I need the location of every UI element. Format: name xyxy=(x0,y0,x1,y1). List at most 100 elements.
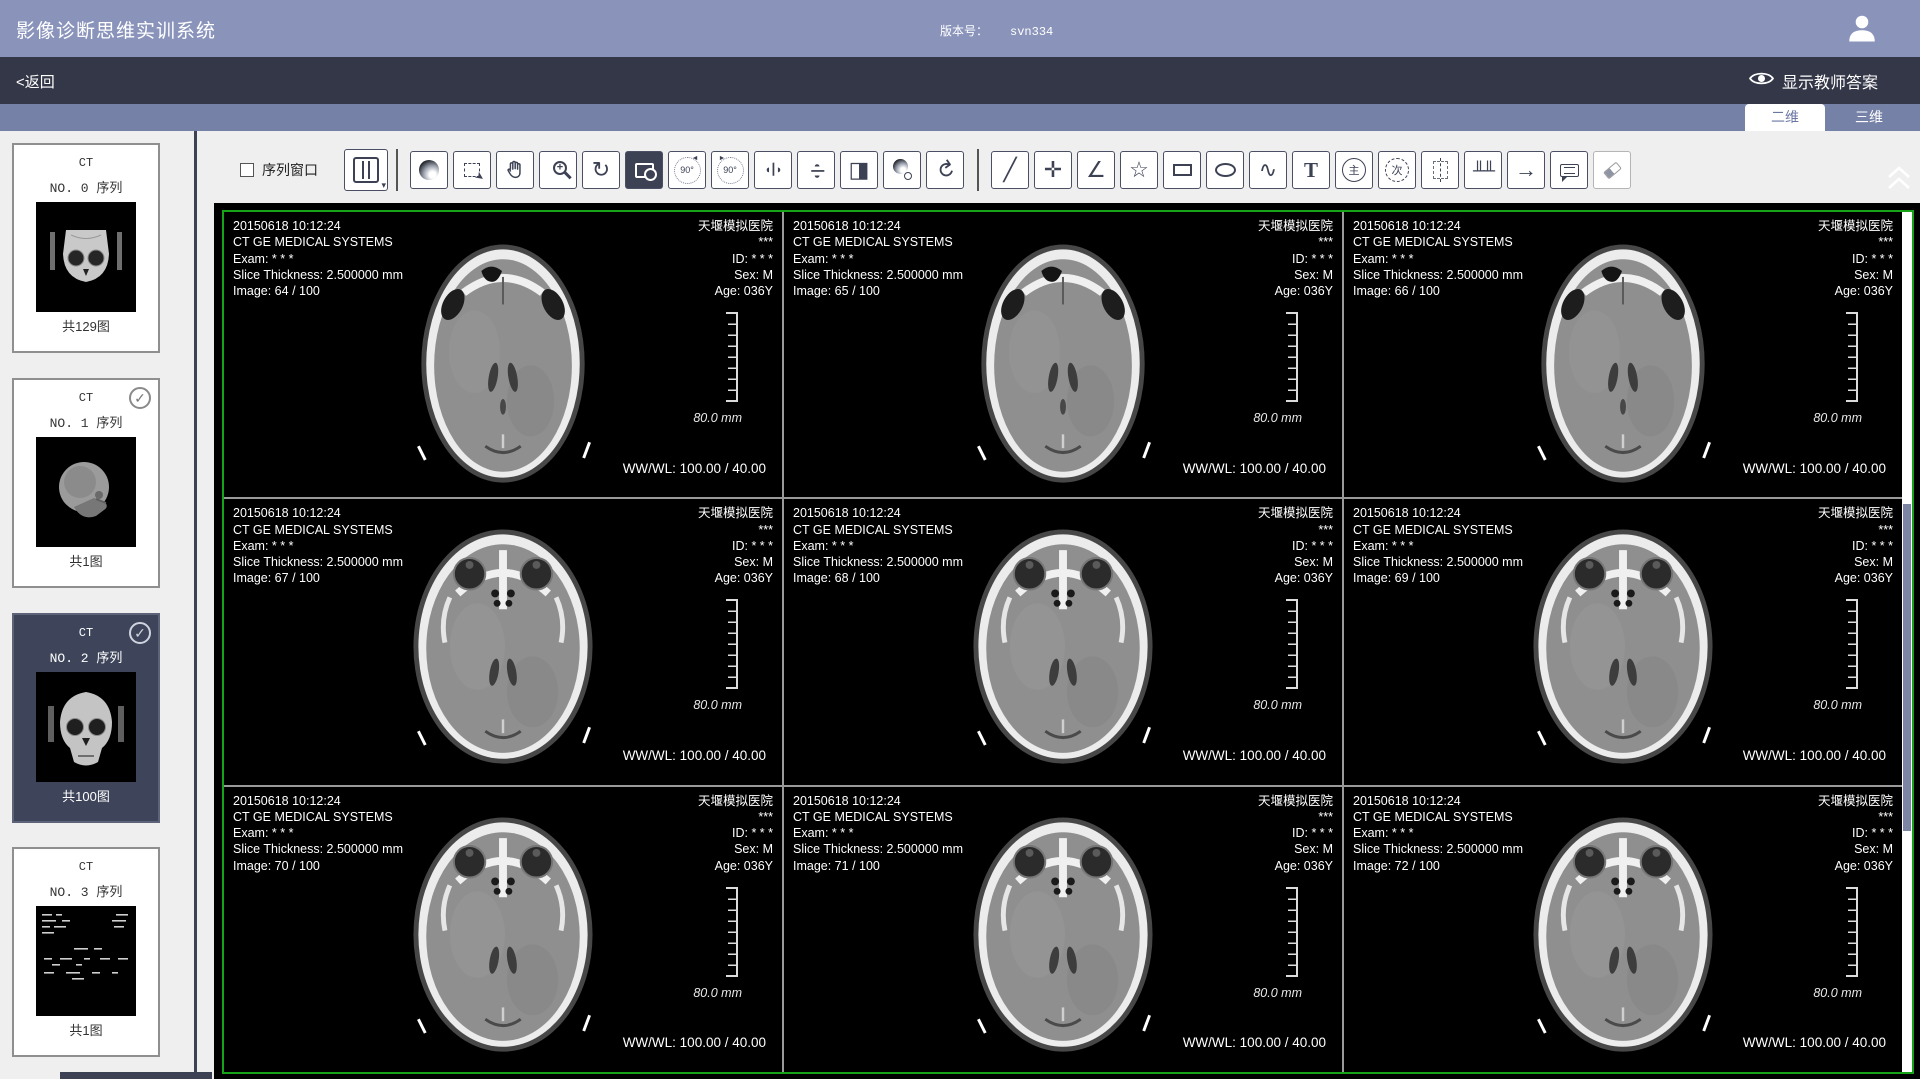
reset-button[interactable]: ↻ xyxy=(926,151,964,189)
dicom-overlay-topleft: 20150618 10:12:24CT GE MEDICAL SYSTEMSEx… xyxy=(793,505,963,586)
viewer-scrollbar[interactable] xyxy=(1902,212,1912,1072)
series-card-1[interactable]: ✓ CT NO. 1 序列 共1图 xyxy=(12,378,160,588)
angle-measure-button[interactable]: ∠ xyxy=(1077,151,1115,189)
zoom-region-button[interactable] xyxy=(625,151,663,189)
wwwl-label: WW/WL: 100.00 / 40.00 xyxy=(1183,1034,1326,1052)
checkbox-box[interactable] xyxy=(240,163,254,177)
app-title: 影像诊断思维实训系统 xyxy=(16,16,216,43)
viewport-cell-1[interactable]: 20150618 10:12:24CT GE MEDICAL SYSTEMSEx… xyxy=(224,212,782,497)
dicom-overlay-topright: 天堰模拟医院***ID: * * *Sex: MAge: 036Y xyxy=(1818,793,1893,874)
scale-label: 80.0 mm xyxy=(1813,410,1862,426)
series-card-2[interactable]: ✓ CT NO. 2 序列 共100图 xyxy=(12,613,160,823)
zoom-in-button[interactable] xyxy=(539,151,577,189)
select-button[interactable] xyxy=(453,151,491,189)
wwwl-label: WW/WL: 100.00 / 40.00 xyxy=(1743,460,1886,478)
dicom-overlay-topleft: 20150618 10:12:24CT GE MEDICAL SYSTEMSEx… xyxy=(233,505,403,586)
show-teacher-answer-label: 显示教师答案 xyxy=(1782,69,1878,93)
viewport-cell-4[interactable]: 20150618 10:12:24CT GE MEDICAL SYSTEMSEx… xyxy=(224,499,782,784)
series-modality: CT xyxy=(14,156,158,170)
wwwl-label: WW/WL: 100.00 / 40.00 xyxy=(1743,747,1886,765)
scale-label: 80.0 mm xyxy=(693,697,742,713)
wwwl-label: WW/WL: 100.00 / 40.00 xyxy=(623,460,766,478)
back-button[interactable]: <返回 xyxy=(16,71,55,92)
layout-button[interactable]: ▾ xyxy=(344,149,388,191)
series-card-0[interactable]: CT NO. 0 序列 共129图 xyxy=(12,143,160,353)
viewport-cell-6[interactable]: 20150618 10:12:24CT GE MEDICAL SYSTEMSEx… xyxy=(1344,499,1902,784)
wwwl-label: WW/WL: 100.00 / 40.00 xyxy=(623,747,766,765)
viewer-scrollbar-thumb[interactable] xyxy=(1903,504,1911,831)
sidebar-divider xyxy=(194,131,197,1079)
curve-measure-button[interactable]: ∿ xyxy=(1249,151,1287,189)
cross-measure-button[interactable]: ✛ xyxy=(1034,151,1072,189)
primary-marker-button[interactable]: 主 xyxy=(1335,151,1373,189)
flip-horizontal-button[interactable]: ◖┃◗ xyxy=(754,151,792,189)
viewport-cell-3[interactable]: 20150618 10:12:24CT GE MEDICAL SYSTEMSEx… xyxy=(1344,212,1902,497)
series-name: NO. 3 序列 xyxy=(14,881,158,900)
collapse-toolbar-icon[interactable] xyxy=(1884,164,1914,197)
series-card-3[interactable]: CT NO. 3 序列 共1图 xyxy=(12,847,160,1057)
profile-tool-button[interactable]: ╨╨ xyxy=(1464,151,1502,189)
rect-roi-button[interactable] xyxy=(1163,151,1201,189)
viewport-cell-8[interactable]: 20150618 10:12:24CT GE MEDICAL SYSTEMSEx… xyxy=(784,787,1342,1072)
toolbar-divider xyxy=(396,149,398,191)
secondary-marker-button[interactable]: 次 xyxy=(1378,151,1416,189)
show-teacher-answer-button[interactable]: 显示教师答案 xyxy=(1749,69,1878,93)
series-count: 共129图 xyxy=(14,316,158,335)
dicom-overlay-topright: 天堰模拟医院***ID: * * *Sex: MAge: 036Y xyxy=(698,505,773,586)
user-avatar-icon[interactable] xyxy=(1844,10,1880,51)
sidebar-horizontal-scrollbar[interactable] xyxy=(60,1072,212,1079)
scale-label: 80.0 mm xyxy=(1253,697,1302,713)
mirror-tool-button[interactable] xyxy=(1421,151,1459,189)
dicom-overlay-topleft: 20150618 10:12:24CT GE MEDICAL SYSTEMSEx… xyxy=(1353,793,1523,874)
dicom-overlay-topright: 天堰模拟医院***ID: * * *Sex: MAge: 036Y xyxy=(1818,505,1893,586)
series-window-checkbox[interactable]: 序列窗口 xyxy=(240,160,318,180)
viewport-cell-7[interactable]: 20150618 10:12:24CT GE MEDICAL SYSTEMSEx… xyxy=(224,787,782,1072)
star-roi-button[interactable]: ☆ xyxy=(1120,151,1158,189)
dicom-overlay-topright: 天堰模拟医院***ID: * * *Sex: MAge: 036Y xyxy=(1258,793,1333,874)
scale-label: 80.0 mm xyxy=(693,985,742,1001)
scale-ruler xyxy=(726,887,738,977)
scale-label: 80.0 mm xyxy=(1813,985,1862,1001)
rotate-button[interactable]: ↻ xyxy=(582,151,620,189)
scale-label: 80.0 mm xyxy=(1253,410,1302,426)
version-label: 版本号： xyxy=(940,24,988,38)
line-measure-button[interactable]: ╱ xyxy=(991,151,1029,189)
rotate-90-cw-button[interactable]: 90° xyxy=(711,151,749,189)
tab-2d[interactable]: 二维 xyxy=(1745,104,1825,131)
tab-3d[interactable]: 三维 xyxy=(1829,104,1909,131)
ellipse-roi-button[interactable] xyxy=(1206,151,1244,189)
pan-button[interactable] xyxy=(496,151,534,189)
app-root: 影像诊断思维实训系统 版本号：svn334 <返回 显示教师答案 二维 三维 C… xyxy=(0,0,1920,1079)
scale-ruler xyxy=(1846,599,1858,689)
dicom-overlay-topright: 天堰模拟医院***ID: * * *Sex: MAge: 036Y xyxy=(698,218,773,299)
tool-buttons: ▾↻90°90°◖┃◗◖┃◗◨↻╱✛∠☆∿T主次╨╨→ xyxy=(344,149,1636,191)
text-annotation-button[interactable]: T xyxy=(1292,151,1330,189)
window-level-button[interactable] xyxy=(410,151,448,189)
scale-ruler xyxy=(1286,887,1298,977)
viewport-cell-5[interactable]: 20150618 10:12:24CT GE MEDICAL SYSTEMSEx… xyxy=(784,499,1342,784)
viewport-cell-2[interactable]: 20150618 10:12:24CT GE MEDICAL SYSTEMSEx… xyxy=(784,212,1342,497)
toolbar: 序列窗口 ▾↻90°90°◖┃◗◖┃◗◨↻╱✛∠☆∿T主次╨╨→ xyxy=(240,148,1636,192)
dicom-overlay-topright: 天堰模拟医院***ID: * * *Sex: MAge: 036Y xyxy=(698,793,773,874)
invert-button[interactable]: ◨ xyxy=(840,151,878,189)
scale-label: 80.0 mm xyxy=(1253,985,1302,1001)
flip-vertical-button[interactable]: ◖┃◗ xyxy=(797,151,835,189)
window-preset-button[interactable] xyxy=(883,151,921,189)
arrow-annotation-button[interactable]: → xyxy=(1507,151,1545,189)
comment-tool-button[interactable] xyxy=(1550,151,1588,189)
top-bar: 影像诊断思维实训系统 版本号：svn334 xyxy=(0,0,1920,57)
active-series-frame: 20150618 10:12:24CT GE MEDICAL SYSTEMSEx… xyxy=(222,210,1914,1074)
viewport-grid: 20150618 10:12:24CT GE MEDICAL SYSTEMSEx… xyxy=(224,212,1902,1072)
series-modality: CT xyxy=(14,860,158,874)
rotate-90-ccw-button[interactable]: 90° xyxy=(668,151,706,189)
nav-bar: <返回 显示教师答案 xyxy=(0,57,1920,104)
dicom-overlay-topleft: 20150618 10:12:24CT GE MEDICAL SYSTEMSEx… xyxy=(793,218,963,299)
checkbox-label: 序列窗口 xyxy=(262,160,318,180)
dicom-overlay-topright: 天堰模拟医院***ID: * * *Sex: MAge: 036Y xyxy=(1258,218,1333,299)
series-name: NO. 0 序列 xyxy=(14,177,158,196)
viewport-cell-9[interactable]: 20150618 10:12:24CT GE MEDICAL SYSTEMSEx… xyxy=(1344,787,1902,1072)
series-count: 共1图 xyxy=(14,1020,158,1039)
dicom-overlay-topleft: 20150618 10:12:24CT GE MEDICAL SYSTEMSEx… xyxy=(793,793,963,874)
wwwl-label: WW/WL: 100.00 / 40.00 xyxy=(1183,747,1326,765)
series-thumbnail xyxy=(36,437,136,547)
